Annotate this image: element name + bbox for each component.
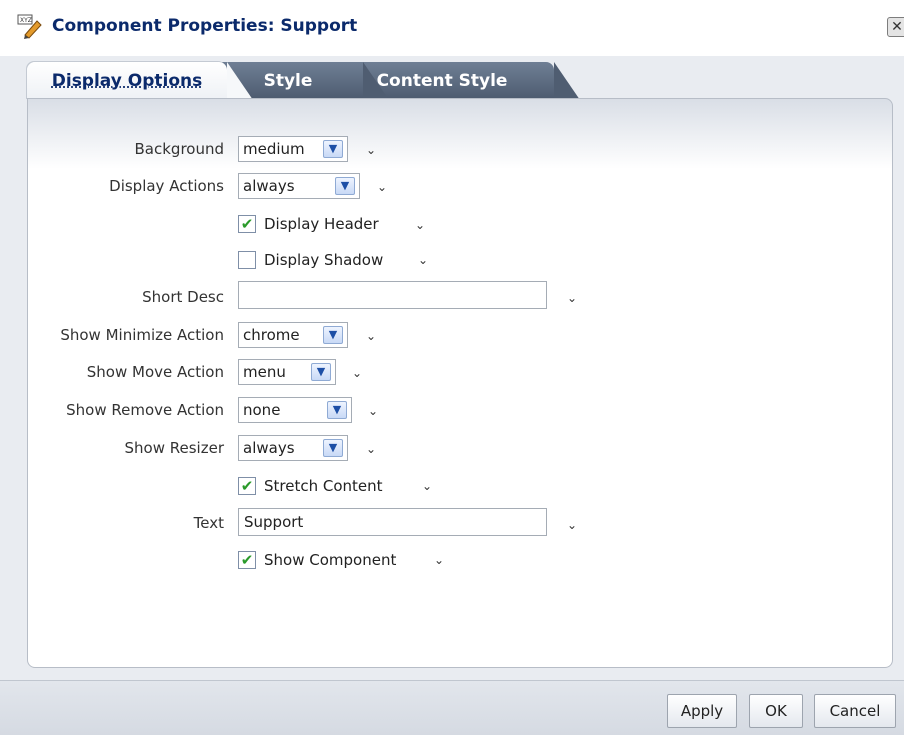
chevron-down-icon[interactable]: ⌄ [420, 479, 434, 493]
show-resizer-value: always [243, 439, 295, 457]
dropdown-arrow-icon[interactable]: ▼ [335, 177, 355, 195]
show-minimize-action-select[interactable]: chrome ▼ [238, 322, 348, 348]
tab-display-options[interactable]: Display Options [27, 62, 253, 100]
display-shadow-label: Display Shadow [264, 251, 384, 269]
short-desc-input[interactable] [238, 281, 547, 309]
chevron-down-icon[interactable]: ⌄ [565, 518, 579, 532]
display-actions-label: Display Actions [109, 177, 224, 195]
background-value: medium [243, 140, 305, 158]
chevron-down-icon[interactable]: ⌄ [366, 404, 380, 418]
ok-button[interactable]: OK [749, 694, 803, 728]
chevron-down-icon[interactable]: ⌄ [432, 553, 446, 567]
svg-text:XYZ: XYZ [20, 17, 32, 24]
dropdown-arrow-icon[interactable]: ▼ [323, 140, 343, 158]
short-desc-label: Short Desc [142, 288, 224, 306]
tab-style-label: Style [263, 71, 313, 91]
chevron-down-icon[interactable]: ⌄ [565, 291, 579, 305]
chevron-down-icon[interactable]: ⌄ [364, 442, 378, 456]
chevron-down-icon[interactable]: ⌄ [364, 329, 378, 343]
dropdown-arrow-icon[interactable]: ▼ [323, 439, 343, 457]
tab-content-style-label: Content Style [376, 71, 508, 91]
stretch-content-label: Stretch Content [264, 477, 383, 495]
dropdown-arrow-icon[interactable]: ▼ [311, 363, 331, 381]
show-minimize-action-label: Show Minimize Action [60, 326, 224, 344]
show-remove-action-select[interactable]: none ▼ [238, 397, 352, 423]
show-minimize-action-value: chrome [243, 326, 300, 344]
tab-bar: Content Style Style Display Options [0, 56, 904, 102]
background-select[interactable]: medium ▼ [238, 136, 348, 162]
apply-button[interactable]: Apply [667, 694, 737, 728]
show-component-label: Show Component [264, 551, 397, 569]
show-move-action-value: menu [243, 363, 286, 381]
close-icon[interactable]: ✕ [887, 17, 904, 37]
text-label: Text [193, 514, 224, 532]
dialog-footer: Apply OK Cancel [0, 680, 904, 735]
chevron-down-icon[interactable]: ⌄ [416, 253, 430, 267]
show-remove-action-label: Show Remove Action [66, 401, 224, 419]
display-header-label: Display Header [264, 215, 379, 233]
show-resizer-label: Show Resizer [124, 439, 224, 457]
show-move-action-label: Show Move Action [86, 363, 224, 381]
display-shadow-checkbox[interactable] [238, 251, 256, 269]
tab-display-options-label: Display Options [51, 71, 203, 91]
text-input[interactable]: Support [238, 508, 547, 536]
show-move-action-select[interactable]: menu ▼ [238, 359, 336, 385]
show-component-checkbox[interactable]: ✔ [238, 551, 256, 569]
display-actions-select[interactable]: always ▼ [238, 173, 360, 199]
dropdown-arrow-icon[interactable]: ▼ [323, 326, 343, 344]
cancel-button[interactable]: Cancel [814, 694, 896, 728]
chevron-down-icon[interactable]: ⌄ [364, 143, 378, 157]
component-edit-icon: XYZ [17, 14, 42, 39]
display-actions-value: always [243, 177, 295, 195]
background-label: Background [134, 140, 225, 158]
stretch-content-checkbox[interactable]: ✔ [238, 477, 256, 495]
display-header-checkbox[interactable]: ✔ [238, 215, 256, 233]
chevron-down-icon[interactable]: ⌄ [413, 218, 427, 232]
chevron-down-icon[interactable]: ⌄ [350, 366, 364, 380]
dialog-titlebar: XYZ Component Properties: Support ✕ [0, 0, 904, 56]
chevron-down-icon[interactable]: ⌄ [375, 180, 389, 194]
dropdown-arrow-icon[interactable]: ▼ [327, 401, 347, 419]
dialog-title: Component Properties: Support [52, 16, 358, 36]
show-remove-action-value: none [243, 401, 281, 419]
show-resizer-select[interactable]: always ▼ [238, 435, 348, 461]
